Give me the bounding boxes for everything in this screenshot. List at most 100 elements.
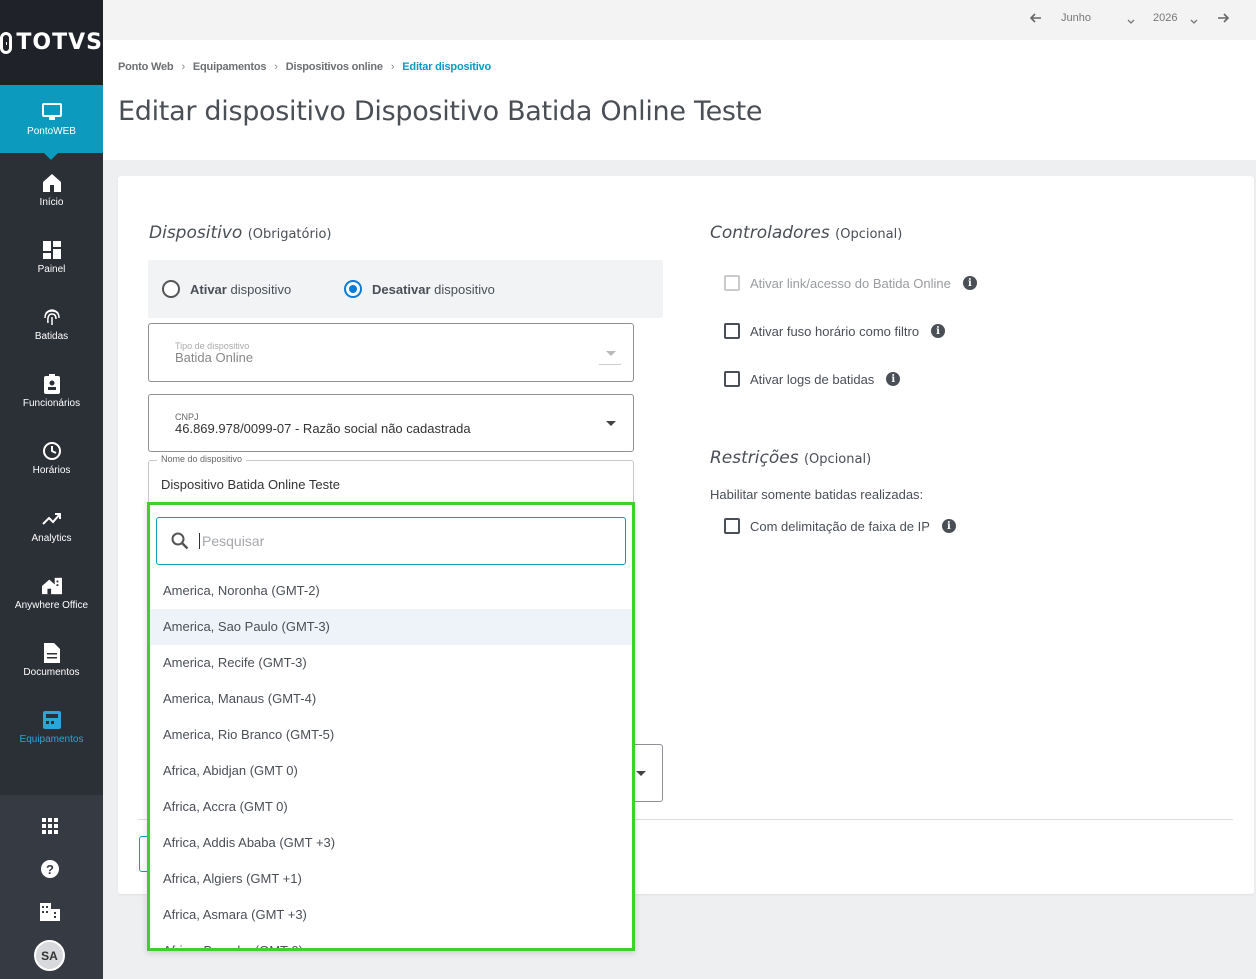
svg-text:?: ?	[46, 862, 54, 877]
checkbox-label: Ativar logs de batidas	[750, 371, 875, 387]
timezone-option[interactable]: Africa, Algiers (GMT +1)	[150, 861, 632, 897]
sidebar-item-label: Anywhere Office	[14, 599, 89, 611]
activation-radio-group: Ativar dispositivo Desativar dispositivo	[148, 260, 663, 318]
restrictions-section-heading: Restrições	[710, 448, 799, 468]
device-type-select: Tipo de dispositivo Batida Online	[148, 323, 634, 382]
radio-label-rest: dispositivo	[430, 281, 495, 297]
controllers-section-title: Controladores (Opcional)	[710, 223, 902, 243]
device-name-value: Dispositivo Batida Online Teste	[161, 477, 340, 492]
breadcrumb-separator: ›	[390, 61, 395, 73]
checkbox[interactable]	[724, 518, 740, 534]
sidebar-item-documentos[interactable]: Documentos	[0, 630, 103, 690]
month-select[interactable]: Junho	[1061, 12, 1091, 24]
timezone-option[interactable]: America, Sao Paulo (GMT-3)	[150, 609, 632, 645]
sidebar-item-pontoweb[interactable]: PontoWEB	[0, 85, 103, 160]
badge-icon	[42, 373, 62, 394]
timezone-option[interactable]: America, Rio Branco (GMT-5)	[150, 717, 632, 753]
logo-text: TOTVS	[16, 30, 103, 55]
radio-button-checked[interactable]	[344, 280, 362, 298]
select-underline	[599, 364, 621, 365]
document-icon	[42, 642, 62, 663]
breadcrumb-separator: ›	[181, 61, 185, 73]
checkbox-label: Com delimitação de faixa de IP	[750, 518, 930, 534]
breadcrumb-separator: ›	[274, 61, 278, 73]
device-section-title: Dispositivo (Obrigatório)	[149, 223, 331, 243]
sidebar-item-label: Início	[39, 196, 64, 208]
previous-arrow-icon[interactable]	[1029, 13, 1042, 26]
page-header: Ponto Web › Equipamentos › Dispositivos …	[103, 40, 1256, 160]
chevron-down-icon[interactable]	[606, 421, 616, 426]
sidebar-item-label: Documentos	[23, 666, 80, 678]
checkbox[interactable]	[724, 323, 740, 339]
sidebar-item-label: Equipamentos	[19, 733, 84, 745]
radio-button[interactable]	[162, 280, 180, 298]
sidebar-item-horarios[interactable]: Horários	[0, 428, 103, 488]
sidebar-item-funcionarios[interactable]: Funcionários	[0, 361, 103, 421]
dashboard-icon	[42, 240, 62, 260]
timezone-search-input[interactable]	[199, 533, 579, 549]
next-arrow-icon[interactable]	[1217, 13, 1230, 26]
info-icon[interactable]: i	[941, 519, 956, 533]
batida-online-link-checkbox: Ativar link/acesso do Batida Online i	[724, 275, 977, 291]
timezone-option[interactable]: Africa, Abidjan (GMT 0)	[150, 753, 632, 789]
help-icon[interactable]: ?	[40, 859, 60, 879]
controllers-section-heading: Controladores	[710, 223, 830, 243]
house-work-icon	[41, 576, 62, 596]
breadcrumb-equipamentos[interactable]: Equipamentos	[193, 61, 267, 73]
info-icon[interactable]: i	[886, 372, 901, 386]
sidebar-item-batidas[interactable]: Batidas	[0, 294, 103, 354]
top-bar: Junho 2026	[103, 0, 1256, 40]
checkbox	[724, 275, 740, 291]
deactivate-device-radio[interactable]: Desativar dispositivo	[344, 280, 495, 298]
restrictions-hint: Habilitar somente batidas realizadas:	[710, 487, 924, 502]
sidebar-item-label: Funcionários	[22, 397, 81, 409]
chevron-down-icon[interactable]	[636, 771, 646, 776]
optional-note: (Opcional)	[803, 452, 872, 467]
breadcrumb-dispositivos-online[interactable]: Dispositivos online	[286, 61, 383, 73]
chevron-down-icon[interactable]	[1127, 16, 1135, 28]
info-icon[interactable]: i	[962, 276, 977, 290]
info-icon[interactable]: i	[931, 324, 946, 338]
timezone-option[interactable]: America, Recife (GMT-3)	[150, 645, 632, 681]
building-icon[interactable]	[40, 902, 60, 922]
sidebar-item-inicio[interactable]: Início	[0, 160, 103, 220]
avatar[interactable]: SA	[34, 940, 65, 971]
timezone-search-box[interactable]	[156, 517, 626, 565]
cnpj-select[interactable]: CNPJ 46.869.978/0099-07 - Razão social n…	[148, 394, 634, 452]
breadcrumb: Ponto Web › Equipamentos › Dispositivos …	[118, 61, 491, 73]
ip-range-checkbox[interactable]: Com delimitação de faixa de IP i	[724, 518, 956, 534]
checkbox[interactable]	[724, 371, 740, 387]
timezone-option[interactable]: Africa, Accra (GMT 0)	[150, 789, 632, 825]
radio-label: Ativar dispositivo	[190, 282, 291, 297]
year-select[interactable]: 2026	[1153, 12, 1177, 24]
timezone-option[interactable]: America, Noronha (GMT-2)	[150, 573, 632, 609]
chevron-down-icon[interactable]	[1190, 16, 1198, 28]
breadcrumb-ponto-web[interactable]: Ponto Web	[118, 61, 174, 73]
device-type-value: Batida Online	[175, 350, 254, 365]
cnpj-value: 46.869.978/0099-07 - Razão social não ca…	[175, 421, 471, 436]
timezone-filter-checkbox[interactable]: Ativar fuso horário como filtro i	[724, 323, 946, 339]
radio-label-bold: Desativar	[372, 281, 431, 297]
timezone-dropdown: America, Noronha (GMT-2) America, Sao Pa…	[147, 502, 635, 951]
radio-label-bold: Ativar	[190, 281, 227, 297]
radio-label: Desativar dispositivo	[372, 282, 495, 297]
sidebar-item-label: Analytics	[31, 532, 72, 544]
sidebar-item-anywhere-office[interactable]: Anywhere Office	[0, 563, 103, 623]
activate-device-radio[interactable]: Ativar dispositivo	[162, 280, 291, 298]
apps-grid-icon[interactable]	[40, 816, 60, 836]
totvs-logo[interactable]: TOTVS	[0, 0, 103, 85]
clock-icon	[42, 441, 62, 461]
timezone-options-list: America, Noronha (GMT-2) America, Sao Pa…	[150, 573, 632, 948]
sidebar-item-equipamentos[interactable]: Equipamentos	[0, 697, 103, 757]
radio-label-rest: dispositivo	[226, 281, 292, 297]
sidebar-item-painel[interactable]: Painel	[0, 227, 103, 287]
restrictions-section-title: Restrições (Opcional)	[710, 448, 871, 468]
sidebar-item-analytics[interactable]: Analytics	[0, 496, 103, 556]
timezone-option[interactable]: Africa, Addis Ababa (GMT +3)	[150, 825, 632, 861]
checkbox-label: Ativar fuso horário como filtro	[750, 323, 920, 339]
timezone-option[interactable]: Africa, Asmara (GMT +3)	[150, 897, 632, 933]
timezone-option[interactable]: Africa, Bamako (GMT 0)	[150, 933, 632, 948]
punch-logs-checkbox[interactable]: Ativar logs de batidas i	[724, 371, 901, 387]
search-icon	[171, 532, 189, 550]
timezone-option[interactable]: America, Manaus (GMT-4)	[150, 681, 632, 717]
